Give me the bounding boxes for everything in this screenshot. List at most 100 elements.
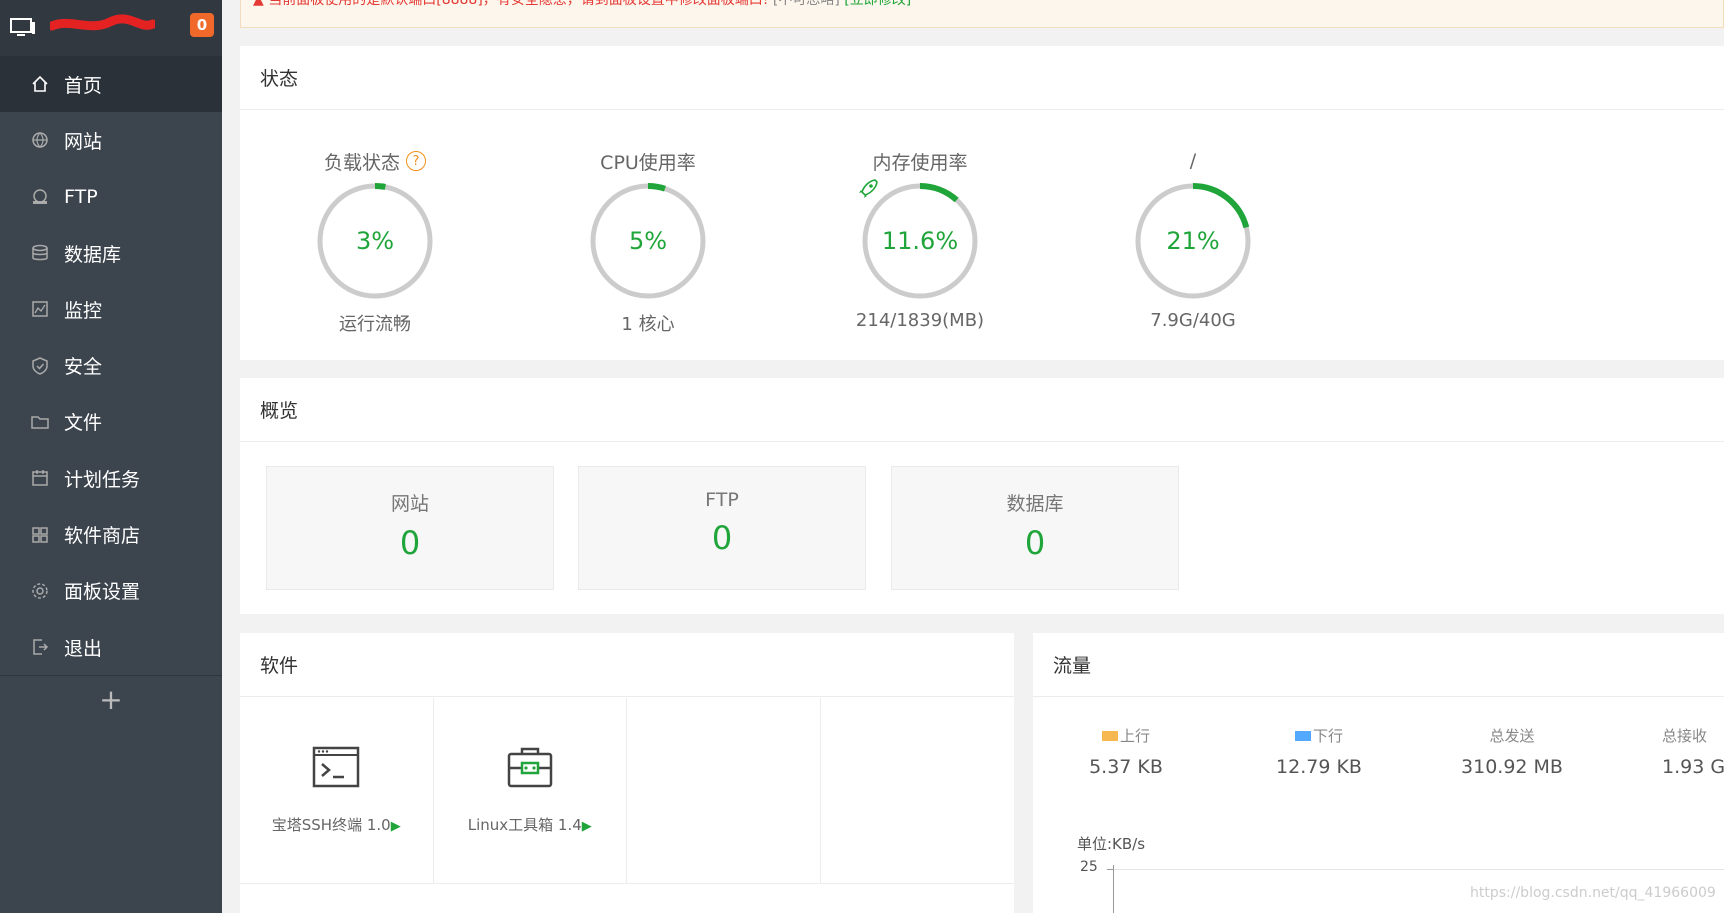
software-grid: 宝塔SSH终端 1.0▶ Linux工具箱 1.4▶ [240, 698, 1014, 913]
gauge-ring: 21% [1128, 176, 1258, 306]
software-item-ssh[interactable]: 宝塔SSH终端 1.0▶ [240, 698, 434, 884]
sidebar-item-website[interactable]: 网站 [0, 112, 222, 168]
warning-text: 当前面板使用的是默认端口[8888]，有安全隐患，请到面板设置中修改面板端口! [268, 0, 769, 8]
gauge-ring: 11.6% [855, 176, 985, 306]
sidebar-item-ftp[interactable]: FTP [0, 169, 222, 225]
gauge-value: 3% [355, 227, 395, 255]
chart-y-tick [1107, 869, 1113, 870]
status-panel: 状态 负载状态 ? 3% 运行流畅 CPU使用率 5% 1 核心 内存使用率 1… [240, 46, 1724, 360]
sidebar-item-cron[interactable]: 计划任务 [0, 450, 222, 506]
traffic-download: 下行 12.79 KB [1244, 725, 1394, 778]
warning-icon: ▲ [253, 0, 264, 8]
software-title: 软件 [240, 633, 1014, 697]
gauge-sub: 运行流畅 [339, 314, 411, 335]
sidebar-item-logout[interactable]: 退出 [0, 619, 222, 675]
sidebar-item-label: 文件 [64, 412, 103, 435]
warning-fix-link[interactable]: [立即修改] [844, 0, 911, 8]
traffic-total-sent: 总发送 310.92 MB [1437, 725, 1587, 778]
sidebar-item-label: 安全 [64, 356, 103, 379]
computer-icon [10, 18, 35, 36]
gauge-disk[interactable]: / 21% 7.9G/40G [1103, 146, 1283, 331]
play-icon[interactable]: ▶ [391, 819, 401, 834]
overview-card-label: 数据库 [1006, 493, 1064, 515]
traffic-upload: 上行 5.37 KB [1051, 725, 1201, 778]
upload-legend-swatch [1101, 730, 1118, 741]
overview-card-website[interactable]: 网站 0 [266, 466, 554, 590]
traffic-label: 上行 [1119, 727, 1150, 745]
traffic-label: 总发送 [1489, 727, 1535, 745]
sidebar: 0 首页 网站 FTP 数据库 监控 安全 文件 计划任务 软件商店 面板设置 … [0, 0, 222, 913]
sidebar-item-files[interactable]: 文件 [0, 394, 222, 450]
gauge-value: 5% [628, 227, 668, 255]
traffic-label: 总接收 [1662, 727, 1708, 745]
overview-panel: 概览 网站 0 FTP 0 数据库 0 [240, 378, 1724, 614]
gauge-ring: 5% [583, 176, 713, 306]
chart-unit-label: 单位:KB/s [1077, 835, 1146, 853]
sidebar-item-monitor[interactable]: 监控 [0, 281, 222, 337]
warning-banner: ▲ 当前面板使用的是默认端口[8888]，有安全隐患，请到面板设置中修改面板端口… [240, 0, 1724, 28]
sidebar-item-database[interactable]: 数据库 [0, 225, 222, 281]
software-panel: 软件 宝塔SSH终端 1.0▶ Linux工具箱 1.4▶ [240, 633, 1014, 913]
calendar-icon [30, 468, 50, 488]
traffic-label: 下行 [1312, 727, 1343, 745]
gauge-sub: 7.9G/40G [1150, 310, 1236, 331]
sidebar-item-label: 退出 [64, 637, 103, 660]
software-item-toolbox[interactable]: Linux工具箱 1.4▶ [433, 698, 627, 884]
sidebar-item-label: FTP [64, 185, 98, 208]
overview-card-value[interactable]: 0 [267, 524, 553, 562]
gauge-ring: 3% [310, 176, 440, 306]
sidebar-item-settings[interactable]: 面板设置 [0, 563, 222, 619]
sidebar-header: 0 [0, 0, 222, 56]
chart-gridline [1113, 869, 1724, 870]
notification-badge[interactable]: 0 [190, 13, 214, 37]
gauge-memory[interactable]: 内存使用率 11.6% 214/1839(MB) [830, 146, 1010, 332]
gauge-load[interactable]: 负载状态 ? 3% 运行流畅 [285, 146, 465, 336]
chart-y-tick-label: 25 [1080, 859, 1098, 875]
traffic-total-received: 总接收 1.93 GB [1630, 725, 1724, 778]
terminal-icon [313, 746, 360, 788]
sidebar-item-home[interactable]: 首页 [0, 56, 222, 113]
overview-card-value[interactable]: 0 [579, 519, 865, 557]
gauge-sub: 214/1839(MB) [855, 310, 985, 331]
sidebar-item-label: 监控 [64, 299, 103, 322]
traffic-value: 12.79 KB [1276, 756, 1362, 778]
help-icon[interactable]: ? [406, 151, 426, 171]
monitor-chart-icon [30, 299, 50, 319]
sidebar-item-store[interactable]: 软件商店 [0, 506, 222, 562]
software-item-empty [820, 698, 1014, 884]
sidebar-item-label: 网站 [64, 130, 103, 153]
home-icon [30, 74, 50, 94]
gauge-label: 负载状态 [323, 151, 400, 174]
traffic-value: 310.92 MB [1461, 756, 1563, 778]
gear-icon [30, 581, 50, 601]
overview-card-ftp[interactable]: FTP 0 [578, 466, 866, 590]
database-icon [30, 243, 50, 263]
status-title: 状态 [240, 46, 1724, 110]
traffic-value: 5.37 KB [1089, 756, 1163, 778]
toolbox-icon [507, 747, 552, 788]
gauge-label: CPU使用率 [600, 151, 696, 174]
sidebar-menu: 首页 网站 FTP 数据库 监控 安全 文件 计划任务 软件商店 面板设置 退出 [0, 56, 222, 676]
folder-icon [30, 412, 50, 432]
plus-icon: + [99, 682, 123, 716]
gauge-sub: 1 核心 [621, 314, 675, 335]
sidebar-item-label: 数据库 [64, 243, 122, 266]
add-menu-button[interactable]: + [0, 675, 222, 724]
software-item-name: 宝塔SSH终端 1.0 [271, 816, 391, 834]
sidebar-item-label: 面板设置 [64, 581, 141, 604]
play-icon[interactable]: ▶ [582, 819, 592, 834]
overview-card-value[interactable]: 0 [892, 524, 1178, 562]
sidebar-item-label: 首页 [64, 74, 103, 97]
software-item-name: Linux工具箱 1.4 [467, 816, 582, 834]
traffic-title: 流量 [1033, 633, 1724, 697]
overview-card-database[interactable]: 数据库 0 [891, 466, 1179, 590]
chart-y-axis [1113, 865, 1114, 913]
software-item-empty [627, 698, 821, 884]
overview-title: 概览 [240, 378, 1724, 442]
gauge-value: 21% [1166, 227, 1220, 255]
sidebar-item-security[interactable]: 安全 [0, 337, 222, 393]
download-legend-swatch [1294, 730, 1311, 741]
gauge-cpu[interactable]: CPU使用率 5% 1 核心 [558, 146, 738, 336]
gauge-label: 内存使用率 [872, 151, 968, 174]
overview-card-label: 网站 [390, 493, 429, 515]
